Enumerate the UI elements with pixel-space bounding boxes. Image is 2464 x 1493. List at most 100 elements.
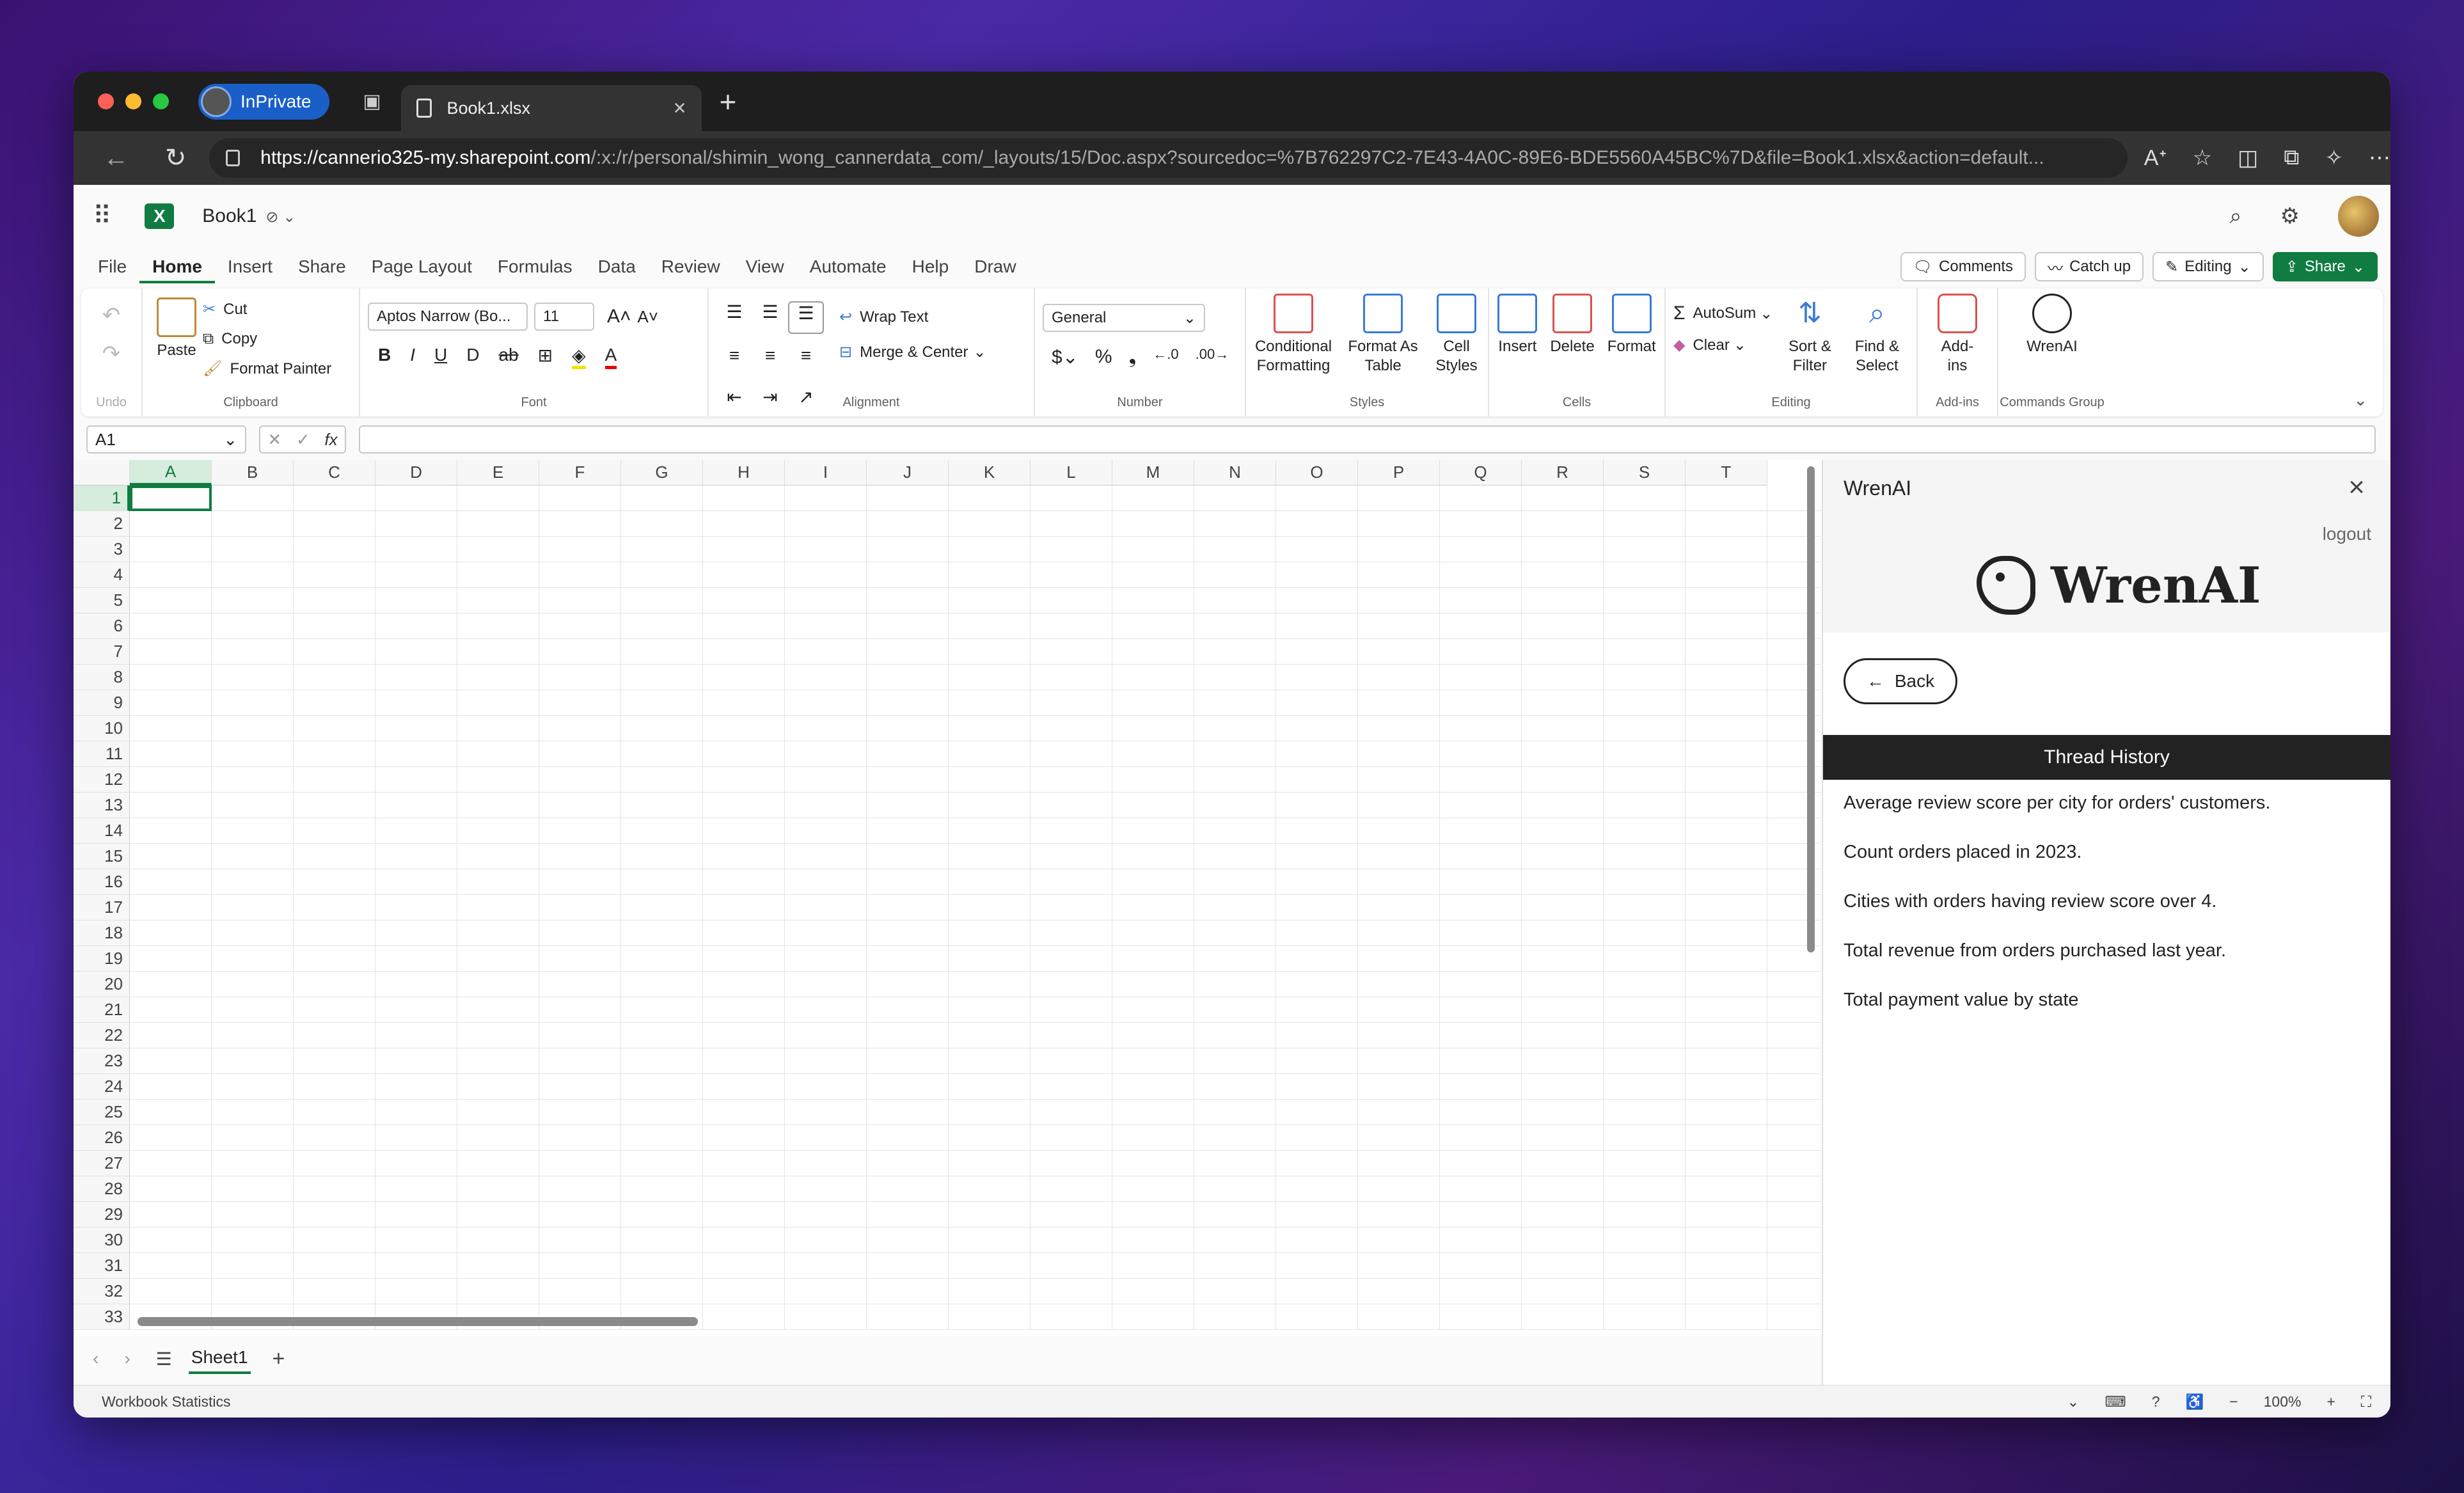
thread-item[interactable]: Cities with orders having review score o… (1844, 891, 2270, 912)
row-header[interactable]: 7 (74, 639, 130, 665)
select-all-corner[interactable] (74, 460, 130, 486)
row-cells[interactable] (130, 895, 1821, 920)
row-header[interactable]: 16 (74, 869, 130, 895)
row-header[interactable]: 21 (74, 997, 130, 1023)
row-header[interactable]: 25 (74, 1100, 130, 1125)
align-center-icon[interactable]: ≡ (752, 345, 788, 375)
zoom-in-icon[interactable]: + (2326, 1393, 2335, 1410)
row-cells[interactable] (130, 844, 1821, 869)
align-top-icon[interactable]: ☰ (716, 301, 752, 334)
minimize-window-button[interactable] (125, 93, 141, 109)
wrap-text-button[interactable]: ↩ Wrap Text (839, 308, 986, 326)
align-middle-icon[interactable]: ☰ (752, 301, 788, 334)
browser-tab[interactable]: Book1.xlsx × (400, 85, 702, 131)
number-format-select[interactable]: General ⌄ (1043, 304, 1205, 332)
workbook-title[interactable]: Book1 ⊘ ⌄ (202, 205, 296, 227)
row-cells[interactable] (130, 588, 1821, 613)
row-cells[interactable] (130, 1176, 1821, 1202)
column-header[interactable]: G (621, 460, 703, 486)
row-header[interactable]: 33 (74, 1304, 130, 1330)
catch-up-button[interactable]: 〰 Catch up (2035, 252, 2144, 281)
row-header[interactable]: 13 (74, 793, 130, 818)
split-screen-icon[interactable]: ◫ (2238, 145, 2258, 171)
row-header[interactable]: 18 (74, 920, 130, 946)
row-header[interactable]: 30 (74, 1228, 130, 1253)
url-field[interactable]: https://cannerio325-my.sharepoint.com/:x… (209, 138, 2128, 178)
new-tab-icon[interactable]: + (720, 84, 737, 119)
column-header[interactable]: N (1194, 460, 1276, 486)
row-header[interactable]: 17 (74, 895, 130, 920)
italic-icon[interactable]: I (410, 345, 415, 369)
percent-icon[interactable]: % (1095, 346, 1112, 368)
row-cells[interactable] (130, 972, 1821, 997)
column-header[interactable]: B (212, 460, 294, 486)
fullscreen-icon[interactable]: ⛶ (2361, 1393, 2371, 1410)
ribbon-expand-chevron-icon[interactable]: ⌄ (2353, 390, 2383, 416)
thread-item[interactable]: Count orders placed in 2023. (1844, 842, 2270, 863)
redo-icon[interactable]: ↷ (89, 341, 134, 367)
inprivate-badge[interactable]: InPrivate (198, 83, 329, 120)
zoom-level[interactable]: 100% (2264, 1393, 2302, 1410)
row-cells[interactable] (130, 716, 1821, 741)
row-cells[interactable] (130, 818, 1821, 844)
row-cells[interactable] (130, 639, 1821, 665)
back-button[interactable]: ← Back (1844, 658, 1957, 704)
column-header[interactable]: J (867, 460, 949, 486)
editing-mode-button[interactable]: ✎ Editing ⌄ (2152, 252, 2264, 281)
refresh-icon[interactable]: ↻ (159, 143, 193, 173)
tab-data[interactable]: Data (585, 257, 649, 277)
align-left-icon[interactable]: ≡ (716, 345, 752, 375)
decrease-font-icon[interactable]: A˅ (638, 303, 659, 331)
row-header[interactable]: 29 (74, 1202, 130, 1228)
font-name-select[interactable]: Aptos Narrow (Bo... (368, 303, 528, 331)
row-header[interactable]: 32 (74, 1279, 130, 1304)
row-cells[interactable] (130, 767, 1821, 793)
column-header[interactable]: F (539, 460, 621, 486)
row-cells[interactable] (130, 690, 1821, 716)
row-header[interactable]: 3 (74, 537, 130, 562)
close-window-button[interactable] (98, 93, 114, 109)
column-header[interactable]: D (375, 460, 457, 486)
column-header[interactable]: O (1276, 460, 1358, 486)
row-header[interactable]: 2 (74, 511, 130, 537)
row-header[interactable]: 14 (74, 818, 130, 844)
tab-page-layout[interactable]: Page Layout (359, 257, 485, 277)
logout-link[interactable]: logout (2323, 524, 2371, 544)
add-sheet-icon[interactable]: + (272, 1347, 285, 1371)
row-cells[interactable] (130, 997, 1821, 1023)
horizontal-scrollbar[interactable] (138, 1317, 698, 1326)
row-cells[interactable] (130, 1279, 1821, 1304)
row-header[interactable]: 24 (74, 1074, 130, 1100)
column-header[interactable]: R (1522, 460, 1604, 486)
currency-icon[interactable]: $⌄ (1052, 346, 1078, 368)
row-cells[interactable] (130, 1100, 1821, 1125)
row-cells[interactable] (130, 741, 1821, 767)
app-launcher-icon[interactable]: ⠿ (93, 201, 113, 231)
active-cell-a1[interactable] (130, 486, 212, 511)
increase-decimal-icon[interactable]: ←.0 (1153, 346, 1178, 368)
row-header[interactable]: 27 (74, 1151, 130, 1176)
row-cells[interactable] (130, 511, 1821, 537)
bold-icon[interactable]: B (378, 345, 391, 369)
align-bottom-icon[interactable]: ☰ (788, 301, 824, 334)
increase-font-icon[interactable]: A˄ (607, 303, 631, 331)
fill-color-icon[interactable]: ◈ (572, 345, 586, 369)
tab-insert[interactable]: Insert (215, 257, 285, 277)
tab-automate[interactable]: Automate (797, 257, 899, 277)
tab-help[interactable]: Help (899, 257, 962, 277)
tab-actions-icon[interactable]: ▣ (355, 84, 390, 119)
column-header[interactable]: K (949, 460, 1031, 486)
row-cells[interactable] (130, 793, 1821, 818)
row-header[interactable]: 11 (74, 741, 130, 767)
cut-button[interactable]: ✂ Cut (203, 300, 331, 319)
row-cells[interactable] (130, 1023, 1821, 1048)
zoom-out-icon[interactable]: − (2229, 1393, 2238, 1410)
row-cells[interactable] (130, 1202, 1821, 1228)
row-header[interactable]: 19 (74, 946, 130, 972)
back-arrow-icon[interactable]: ← (99, 144, 133, 173)
row-header[interactable]: 9 (74, 690, 130, 716)
row-cells[interactable] (130, 1125, 1821, 1151)
comments-button[interactable]: 🗨 Comments (1900, 252, 2026, 281)
thread-item[interactable]: Average review score per city for orders… (1844, 793, 2270, 814)
decrease-decimal-icon[interactable]: .00→ (1196, 346, 1229, 368)
